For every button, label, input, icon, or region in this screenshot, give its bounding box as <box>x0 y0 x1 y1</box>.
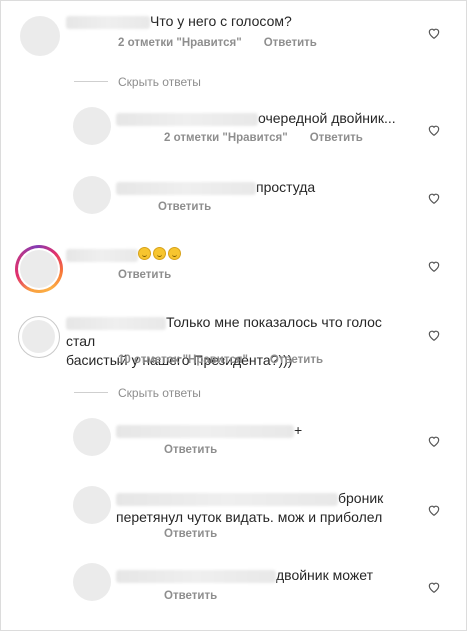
divider <box>74 81 108 82</box>
reply-button[interactable]: Ответить <box>270 354 323 366</box>
heart-outline-icon[interactable] <box>427 26 441 40</box>
heart-outline-icon[interactable] <box>427 580 441 594</box>
reply-button[interactable]: Ответить <box>164 444 217 456</box>
heart-outline-icon[interactable] <box>427 328 441 342</box>
comment-meta: 2 отметки "Нравится" Ответить <box>164 131 363 145</box>
likes-count[interactable]: 2 отметки "Нравится" <box>164 132 288 144</box>
smiling-face-emoji <box>138 247 151 260</box>
avatar-story-ring[interactable] <box>15 245 63 293</box>
reply-button[interactable]: Ответить <box>164 590 217 602</box>
username-redacted[interactable] <box>66 248 138 262</box>
avatar-seen-ring[interactable] <box>18 316 60 358</box>
heart-outline-icon[interactable] <box>427 191 441 205</box>
hide-replies-button[interactable]: Скрыть ответы <box>118 75 201 89</box>
avatar[interactable] <box>20 16 60 56</box>
heart-outline-icon[interactable] <box>427 123 441 137</box>
reply-button[interactable]: Ответить <box>310 132 363 144</box>
username-redacted[interactable] <box>66 15 150 29</box>
comment-text <box>66 245 183 264</box>
smiling-face-emoji <box>153 247 166 260</box>
heart-outline-icon[interactable] <box>427 434 441 448</box>
username-redacted[interactable] <box>116 181 256 195</box>
likes-count[interactable]: 2 отметки "Нравится" <box>118 37 242 49</box>
comment-meta: Ответить <box>158 200 211 214</box>
heart-outline-icon[interactable] <box>427 259 441 273</box>
username-redacted[interactable] <box>66 316 166 330</box>
reply-button[interactable]: Ответить <box>164 528 217 540</box>
avatar[interactable] <box>73 107 111 145</box>
comment-meta: Ответить <box>164 589 217 603</box>
likes-count[interactable]: 10 отметок "Нравится" <box>118 354 248 366</box>
reply-button[interactable]: Ответить <box>264 37 317 49</box>
comment-text: двойник может <box>116 566 373 585</box>
comment-meta: Ответить <box>118 268 171 282</box>
comment-meta: 2 отметки "Нравится" Ответить <box>118 36 317 50</box>
username-redacted[interactable] <box>116 492 338 506</box>
reply-button[interactable]: Ответить <box>158 201 211 213</box>
comment-meta: 10 отметок "Нравится" Ответить <box>118 353 323 367</box>
username-redacted[interactable] <box>116 112 258 126</box>
comment-text: простуда <box>116 178 315 197</box>
username-redacted[interactable] <box>116 424 294 438</box>
reply-button[interactable]: Ответить <box>118 269 171 281</box>
avatar[interactable] <box>73 418 111 456</box>
comment-text: + <box>116 421 302 440</box>
comment-meta: Ответить <box>164 527 217 541</box>
comment-text: очередной двойник... <box>116 109 396 128</box>
avatar[interactable] <box>73 176 111 214</box>
heart-outline-icon[interactable] <box>427 503 441 517</box>
comment-text: Что у него с голосом? <box>66 12 292 31</box>
comment-meta: Ответить <box>164 443 217 457</box>
hide-replies-button[interactable]: Скрыть ответы <box>118 386 201 400</box>
username-redacted[interactable] <box>116 569 276 583</box>
divider <box>74 392 108 393</box>
smiling-face-emoji <box>168 247 181 260</box>
comment-text: броник перетянул чуток видать. мож и при… <box>116 490 384 525</box>
avatar[interactable] <box>73 486 111 524</box>
avatar[interactable] <box>73 563 111 601</box>
